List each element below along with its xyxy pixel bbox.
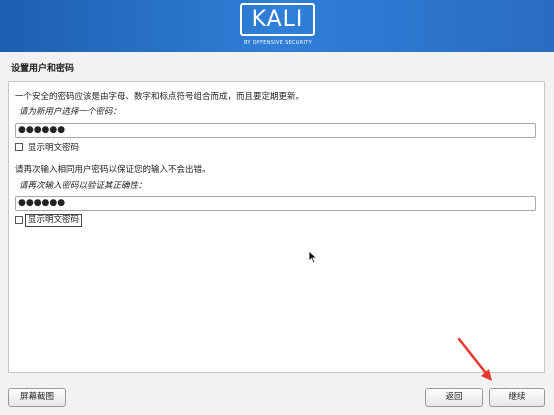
kali-logo: KALI [240,3,315,36]
show-confirm-label[interactable]: 显示明文密码 [25,213,83,227]
content-panel: 一个安全的密码应该是由字母、数字和标点符号组合而成，而且要定期更新。 请为新用户… [8,81,545,373]
back-button[interactable]: 返回 [425,388,483,407]
confirm-password-field[interactable]: ●●●●●● [15,196,536,211]
password-field[interactable]: ●●●●●● [15,123,536,138]
page-title: 设置用户和密码 [11,64,75,74]
show-confirm-checkbox[interactable] [15,216,23,224]
confirm-prompt: 请再次输入密码以验证其正确性： [19,181,147,191]
logo-text: KALI [251,7,304,32]
show-password-label[interactable]: 显示明文密码 [28,141,79,153]
confirm-intro: 请再次输入相同用户密码以保证您的输入不会出错。 [15,165,211,175]
header-banner: KALI BY OFFENSIVE SECURITY [0,0,554,52]
password-intro: 一个安全的密码应该是由字母、数字和标点符号组合而成，而且要定期更新。 [15,92,305,102]
show-confirm-row[interactable]: 显示明文密码 [15,213,83,227]
mouse-cursor-icon [308,250,318,264]
logo-subtitle: BY OFFENSIVE SECURITY [243,40,313,46]
annotation-arrow-icon [457,337,492,381]
screenshot-button[interactable]: 屏幕截图 [8,388,66,407]
show-password-checkbox[interactable] [15,143,23,151]
continue-button[interactable]: 继续 [489,388,545,407]
password-prompt: 请为新用户选择一个密码： [19,107,122,117]
show-password-row[interactable]: 显示明文密码 [15,141,79,153]
